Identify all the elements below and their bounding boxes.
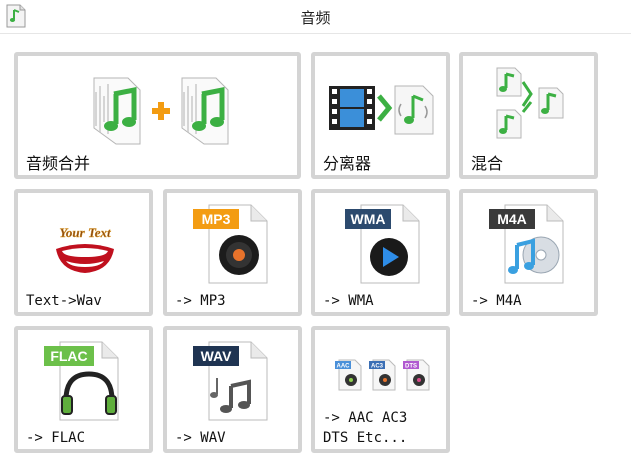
- to-m4a-label: -> M4A: [471, 293, 522, 309]
- to-m4a-tile[interactable]: M4A -> M4A: [459, 189, 598, 316]
- mp3-file-icon: MP3: [193, 204, 268, 284]
- window-title: 音频: [300, 9, 331, 27]
- to-wma-tile[interactable]: WMA -> WMA: [311, 189, 450, 316]
- to-wav-label: -> WAV: [175, 430, 226, 446]
- svg-text:AAC: AAC: [337, 364, 351, 370]
- to-other-formats-label: -> AAC AC3 DTS Etc...: [323, 410, 408, 446]
- text-to-speech-icon: Your Text: [56, 225, 114, 273]
- to-wma-label: -> WMA: [323, 293, 374, 309]
- audio-mix-icon: [496, 67, 564, 139]
- multi-format-icon: AAC AC3 DTS: [335, 359, 430, 391]
- mix-label: 混合: [471, 154, 504, 173]
- to-mp3-label: -> MP3: [175, 293, 226, 309]
- svg-text:WMA: WMA: [351, 211, 386, 227]
- merge-audio-tile[interactable]: 音频合并: [14, 52, 301, 179]
- svg-text:DTS: DTS: [405, 364, 417, 370]
- svg-text:WAV: WAV: [201, 348, 233, 364]
- flac-file-icon: FLAC: [44, 341, 119, 421]
- svg-text:M4A: M4A: [497, 211, 527, 227]
- svg-text:AC3: AC3: [371, 364, 384, 370]
- text-to-wav-tile[interactable]: Your Text Text->Wav: [14, 189, 153, 316]
- mix-tile[interactable]: 混合: [459, 52, 598, 179]
- title-bar: 音频: [0, 0, 631, 34]
- text-to-wav-label: Text->Wav: [26, 293, 102, 309]
- music-merge-icon: [93, 77, 229, 145]
- svg-text:FLAC: FLAC: [50, 348, 87, 364]
- svg-text:MP3: MP3: [202, 211, 231, 227]
- svg-text:Your Text: Your Text: [59, 225, 111, 240]
- splitter-tile[interactable]: 分离器: [311, 52, 450, 179]
- merge-audio-label: 音频合并: [26, 154, 91, 173]
- video-splitter-icon: [329, 85, 434, 135]
- to-wav-tile[interactable]: WAV -> WAV: [163, 326, 302, 453]
- to-mp3-tile[interactable]: MP3 -> MP3: [163, 189, 302, 316]
- wma-file-icon: WMA: [345, 204, 420, 284]
- m4a-file-icon: M4A: [489, 204, 564, 284]
- to-flac-tile[interactable]: FLAC -> FLAC: [14, 326, 153, 453]
- to-flac-label: -> FLAC: [26, 430, 86, 446]
- wav-file-icon: WAV: [193, 341, 268, 421]
- splitter-label: 分离器: [323, 154, 372, 173]
- to-other-formats-tile[interactable]: AAC AC3 DTS -> AAC AC3 DTS Etc...: [311, 326, 450, 453]
